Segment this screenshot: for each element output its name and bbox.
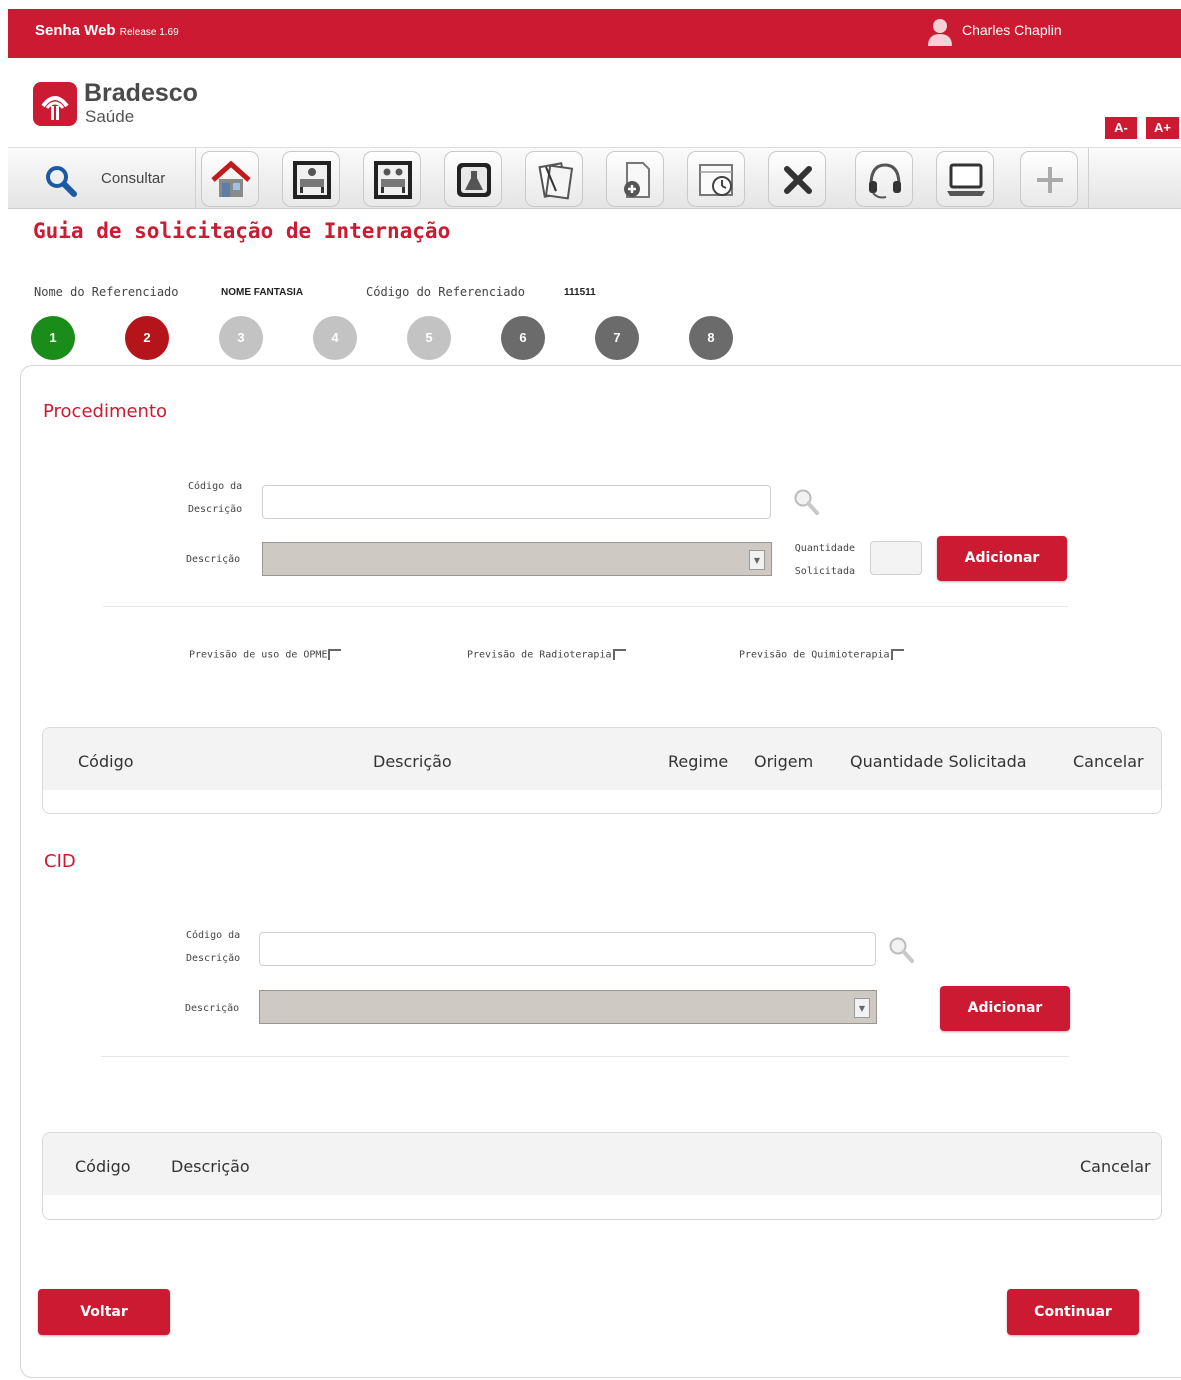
bradesco-logo-icon [33, 82, 77, 126]
adicionar-button[interactable] [1020, 151, 1078, 207]
logo-subtitle: Saúde [85, 107, 135, 126]
procedimento-table: Código Descrição Regime Origem Quantidad… [42, 727, 1162, 814]
cid-table-header: Código Descrição Cancelar [43, 1133, 1161, 1195]
radioterapia-checkbox[interactable] [612, 649, 626, 660]
continuar-button[interactable]: Continuar [1007, 1289, 1139, 1335]
step-4[interactable]: 4 [313, 316, 357, 360]
patients-bed-icon [374, 161, 412, 199]
logo-name: Bradesco [84, 79, 198, 107]
radioterapia-option[interactable]: Previsão de Radioterapia [467, 649, 626, 661]
proc-search-icon[interactable] [792, 487, 820, 517]
cid-descricao-label: Descrição [185, 1003, 240, 1014]
quimioterapia-option[interactable]: Previsão de Quimioterapia [739, 649, 904, 661]
col-cancelar: Cancelar [1073, 752, 1144, 771]
search-icon [46, 166, 77, 197]
page-title: Guia de solicitação de Internação [33, 219, 451, 243]
col-descricao: Descrição [171, 1157, 250, 1176]
plus-icon [1037, 167, 1063, 193]
documentos-button[interactable] [525, 151, 583, 207]
ref-code-value: 111511 [564, 287, 596, 298]
col-quantidade-solicitada: Quantidade Solicitada [850, 752, 1027, 771]
increase-font-button[interactable]: A+ [1146, 117, 1179, 139]
step-6[interactable]: 6 [501, 316, 545, 360]
app-title: Senha Web [35, 22, 116, 39]
ref-code-label: Código do Referenciado [366, 285, 525, 299]
proc-adicionar-button[interactable]: Adicionar [937, 536, 1067, 581]
consultar-label: Consultar [101, 170, 166, 187]
cid-title: CID [44, 851, 76, 872]
decrease-font-button[interactable]: A- [1105, 117, 1137, 139]
internacao-multipla-button[interactable] [363, 151, 421, 207]
patient-bed-icon [293, 161, 331, 199]
proc-codigo-label: Código da Descrição [188, 481, 243, 515]
opme-label: Previsão de uso de OPME [189, 649, 328, 661]
voltar-button[interactable]: Voltar [38, 1289, 170, 1335]
close-icon [784, 166, 812, 194]
opme-option[interactable]: Previsão de uso de OPME [189, 649, 342, 661]
proc-codigo-input[interactable] [262, 485, 771, 519]
user-name[interactable]: Charles Chaplin [962, 22, 1062, 38]
home-icon [211, 160, 251, 197]
cid-codigo-label: Código da Descrição [186, 930, 241, 964]
top-bar: Senha Web Release 1.69 Charles Chaplin [8, 9, 1181, 58]
exames-button[interactable] [444, 151, 502, 207]
quantidade-input[interactable] [870, 541, 922, 575]
cid-descricao-select[interactable]: ▼ [259, 990, 877, 1024]
procedimento-table-header: Código Descrição Regime Origem Quantidad… [43, 728, 1161, 790]
atendimento-button[interactable] [855, 151, 913, 207]
col-codigo: Código [75, 1157, 131, 1176]
col-cancelar: Cancelar [1080, 1157, 1151, 1176]
col-regime: Regime [668, 752, 729, 771]
quimioterapia-label: Previsão de Quimioterapia [739, 649, 890, 661]
step-3[interactable]: 3 [219, 316, 263, 360]
divider [103, 606, 1068, 607]
novo-documento-button[interactable] [606, 151, 664, 207]
procedimento-title: Procedimento [43, 401, 168, 422]
radioterapia-label: Previsão de Radioterapia [467, 649, 612, 661]
proc-descricao-select[interactable]: ▼ [262, 542, 772, 576]
cancelar-button[interactable] [768, 151, 826, 207]
divider [101, 1056, 1069, 1057]
quantidade-label: Quantidade Solicitada [794, 543, 855, 577]
col-descricao: Descrição [373, 752, 452, 771]
col-codigo: Código [78, 752, 134, 771]
step-8[interactable]: 8 [689, 316, 733, 360]
user-avatar-icon[interactable] [926, 17, 954, 47]
col-origem: Origem [754, 752, 814, 771]
step-5[interactable]: 5 [407, 316, 451, 360]
lab-flask-icon [457, 163, 491, 197]
chevron-down-icon[interactable]: ▼ [854, 998, 870, 1018]
documents-icon [538, 162, 574, 200]
headset-icon [869, 163, 901, 199]
app-name: Senha Web Release 1.69 [35, 22, 179, 39]
terminal-button[interactable] [936, 151, 994, 207]
ref-name-label: Nome do Referenciado [34, 285, 179, 299]
release-version: Release 1.69 [119, 27, 179, 38]
proc-descricao-label: Descrição [186, 554, 241, 565]
internacao-button[interactable] [282, 151, 340, 207]
home-button[interactable] [201, 151, 259, 207]
cid-codigo-input[interactable] [259, 932, 876, 966]
step-2[interactable]: 2 [125, 316, 169, 360]
laptop-icon [947, 163, 985, 196]
chevron-down-icon[interactable]: ▼ [749, 550, 765, 570]
cid-adicionar-button[interactable]: Adicionar [940, 986, 1070, 1031]
toolbar: Consultar [8, 147, 1181, 209]
step-7[interactable]: 7 [595, 316, 639, 360]
ref-name-value: NOME FANTASIA [221, 287, 304, 298]
agenda-button[interactable] [687, 151, 745, 207]
step-1[interactable]: 1 [31, 316, 75, 360]
consultar-button[interactable]: Consultar [16, 148, 196, 209]
opme-checkbox[interactable] [328, 649, 342, 660]
cid-table: Código Descrição Cancelar [42, 1132, 1162, 1220]
add-document-icon [624, 162, 650, 198]
quimioterapia-checkbox[interactable] [890, 649, 904, 660]
calendar-clock-icon [699, 164, 733, 196]
cid-search-icon[interactable] [887, 935, 915, 965]
toolbar-divider [1088, 148, 1089, 209]
